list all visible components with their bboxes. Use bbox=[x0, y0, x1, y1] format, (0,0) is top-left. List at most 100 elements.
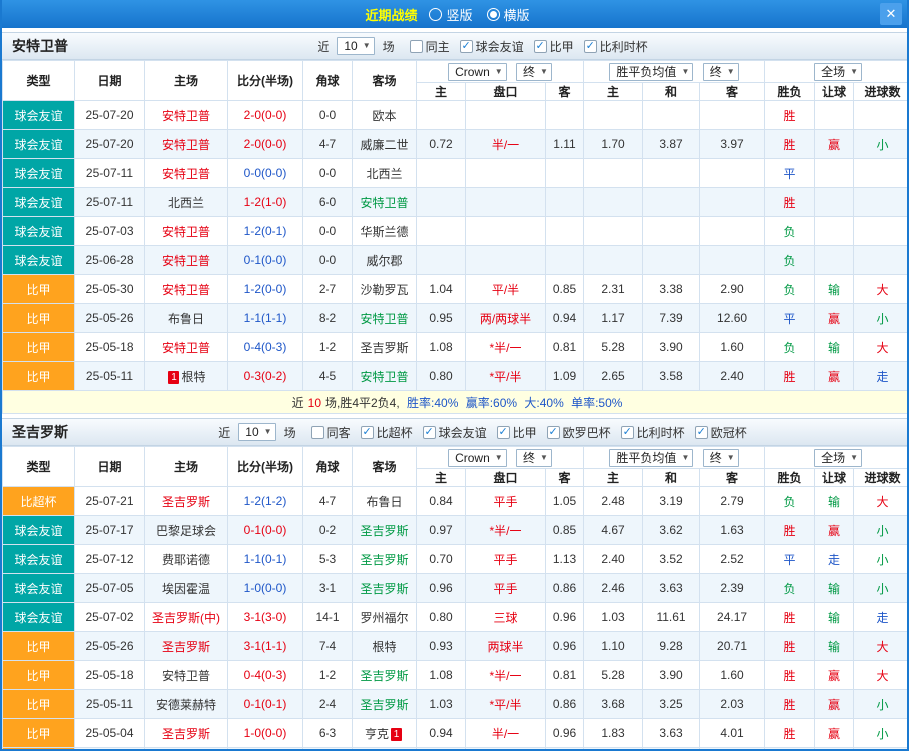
handicap-result-cell bbox=[815, 101, 854, 130]
bookmaker-select[interactable]: Crown▼ bbox=[448, 449, 507, 467]
chevron-down-icon: ▼ bbox=[540, 451, 548, 465]
date-cell: 25-07-11 bbox=[75, 159, 145, 188]
final-odds-select[interactable]: 终▼ bbox=[703, 449, 739, 467]
league-type-cell: 球会友谊 bbox=[3, 516, 75, 545]
col-header: 主 bbox=[417, 469, 466, 487]
corner-cell: 1-2 bbox=[303, 661, 353, 690]
team-label: 根特 bbox=[372, 640, 396, 654]
league-filter[interactable]: ✓比甲 bbox=[534, 38, 574, 55]
scope-select[interactable]: 全场▼ bbox=[814, 63, 862, 81]
col-header: 客 bbox=[546, 469, 584, 487]
filter-label: 欧罗巴杯 bbox=[563, 424, 611, 441]
view-option-vertical[interactable]: 竖版 bbox=[429, 5, 472, 24]
corner-cell: 3-1 bbox=[303, 574, 353, 603]
avg-draw-odds-cell: 3.38 bbox=[643, 275, 700, 304]
team-section-header: 安特卫普 近 10▼ 场 同主✓球会友谊✓比甲✓比利时杯 bbox=[2, 32, 907, 60]
league-filter[interactable]: ✓比超杯 bbox=[361, 424, 413, 441]
red-card-badge: 1 bbox=[391, 728, 402, 741]
goals-result-cell bbox=[854, 159, 909, 188]
league-filter[interactable]: ✓比甲 bbox=[497, 424, 537, 441]
summary-part: 10 bbox=[308, 396, 321, 410]
scope-group-header: 全场▼ bbox=[765, 61, 909, 83]
result-cell: 胜 bbox=[765, 516, 815, 545]
asian-away-odds-cell: 0.81 bbox=[546, 661, 584, 690]
away-team-cell: 罗州福尔 bbox=[353, 603, 417, 632]
home-team-cell: 布鲁日 bbox=[145, 304, 228, 333]
team-label: 圣吉罗斯 bbox=[360, 341, 408, 355]
filter-label: 比利时杯 bbox=[600, 38, 648, 55]
league-type-cell: 球会友谊 bbox=[3, 130, 75, 159]
goals-result-cell: 小 bbox=[854, 516, 909, 545]
league-type-cell: 球会友谊 bbox=[3, 603, 75, 632]
team-label: 安特卫普 bbox=[162, 109, 210, 123]
matches-body: 比超杯25-07-21圣吉罗斯1-2(1-2)4-7布鲁日0.84平手1.052… bbox=[3, 487, 909, 751]
asian-home-odds-cell: 0.72 bbox=[417, 130, 466, 159]
final-odds-select[interactable]: 终▼ bbox=[516, 63, 552, 81]
away-team-cell: 安特卫普 bbox=[353, 188, 417, 217]
avg-home-odds-cell: 2.46 bbox=[584, 574, 643, 603]
score-cell: 0-0(0-0) bbox=[228, 159, 303, 188]
league-filter[interactable]: ✓球会友谊 bbox=[423, 424, 487, 441]
chevron-down-icon: ▼ bbox=[264, 425, 272, 439]
corner-cell: 2-4 bbox=[303, 690, 353, 719]
team-label: 安特卫普 bbox=[162, 167, 210, 181]
avg-away-odds-cell: 12.60 bbox=[700, 304, 765, 333]
avg-odds-group-header: 胜平负均值▼ 终▼ bbox=[584, 447, 765, 469]
asian-away-odds-cell bbox=[546, 188, 584, 217]
league-filter[interactable]: 同主 bbox=[410, 38, 450, 55]
league-type-cell: 比超杯 bbox=[3, 487, 75, 516]
match-count-select[interactable]: 10▼ bbox=[337, 37, 374, 55]
match-row: 球会友谊25-07-20安特卫普2-0(0-0)4-7威廉二世0.72半/一1.… bbox=[3, 130, 909, 159]
avg-odds-select[interactable]: 胜平负均值▼ bbox=[609, 63, 693, 81]
league-filter[interactable]: ✓比利时杯 bbox=[621, 424, 685, 441]
asian-line-cell bbox=[466, 188, 546, 217]
league-type-cell: 比甲 bbox=[3, 362, 75, 391]
summary-part: 赢率:60% bbox=[462, 396, 517, 410]
match-row: 比超杯25-07-21圣吉罗斯1-2(1-2)4-7布鲁日0.84平手1.052… bbox=[3, 487, 909, 516]
asian-away-odds-cell: 0.81 bbox=[546, 333, 584, 362]
league-filter[interactable]: ✓球会友谊 bbox=[460, 38, 524, 55]
final-odds-select[interactable]: 终▼ bbox=[703, 63, 739, 81]
avg-home-odds-cell bbox=[584, 246, 643, 275]
away-team-cell: 布鲁日 bbox=[353, 748, 417, 751]
asian-away-odds-cell: 1.09 bbox=[546, 362, 584, 391]
match-count-select[interactable]: 10▼ bbox=[238, 423, 275, 441]
chevron-down-icon: ▼ bbox=[681, 451, 689, 465]
asian-away-odds-cell: 0.85 bbox=[546, 516, 584, 545]
league-filter[interactable]: ✓比利时杯 bbox=[584, 38, 648, 55]
date-cell: 25-07-12 bbox=[75, 545, 145, 574]
asian-home-odds-cell: 0.70 bbox=[417, 545, 466, 574]
away-team-cell: 圣吉罗斯 bbox=[353, 516, 417, 545]
league-filter[interactable]: ✓欧冠杯 bbox=[695, 424, 747, 441]
date-cell: 25-05-26 bbox=[75, 304, 145, 333]
close-icon[interactable]: ✕ bbox=[880, 3, 902, 25]
away-team-cell: 圣吉罗斯 bbox=[353, 690, 417, 719]
league-type-cell: 比甲 bbox=[3, 748, 75, 751]
asian-away-odds-cell: 0.96 bbox=[546, 603, 584, 632]
chevron-down-icon: ▼ bbox=[681, 65, 689, 79]
team-label: 安特卫普 bbox=[162, 225, 210, 239]
final-odds-select[interactable]: 终▼ bbox=[516, 449, 552, 467]
checkbox-icon: ✓ bbox=[584, 40, 597, 53]
avg-home-odds-cell bbox=[584, 188, 643, 217]
scope-select[interactable]: 全场▼ bbox=[814, 449, 862, 467]
checkbox-icon bbox=[311, 426, 324, 439]
home-team-cell: 安特卫普 bbox=[145, 661, 228, 690]
col-header: 主场 bbox=[145, 447, 228, 487]
checkbox-icon: ✓ bbox=[695, 426, 708, 439]
team-label: 费耶诺德 bbox=[162, 553, 210, 567]
away-team-cell: 亨克1 bbox=[353, 719, 417, 748]
bookmaker-select[interactable]: Crown▼ bbox=[448, 63, 507, 81]
avg-odds-select[interactable]: 胜平负均值▼ bbox=[609, 449, 693, 467]
league-filter[interactable]: ✓欧罗巴杯 bbox=[547, 424, 611, 441]
corner-cell: 0-0 bbox=[303, 101, 353, 130]
date-cell: 25-07-21 bbox=[75, 487, 145, 516]
view-option-horizontal[interactable]: 横版 bbox=[487, 5, 530, 24]
league-filter[interactable]: 同客 bbox=[311, 424, 351, 441]
corner-cell: 6-3 bbox=[303, 719, 353, 748]
league-type-cell: 比甲 bbox=[3, 275, 75, 304]
score-cell: 2-0(0-0) bbox=[228, 101, 303, 130]
corner-cell: 6-0 bbox=[303, 188, 353, 217]
match-row: 比甲25-05-18安特卫普0-4(0-3)1-2圣吉罗斯1.08*半/一0.8… bbox=[3, 661, 909, 690]
score-cell: 0-4(0-3) bbox=[228, 333, 303, 362]
